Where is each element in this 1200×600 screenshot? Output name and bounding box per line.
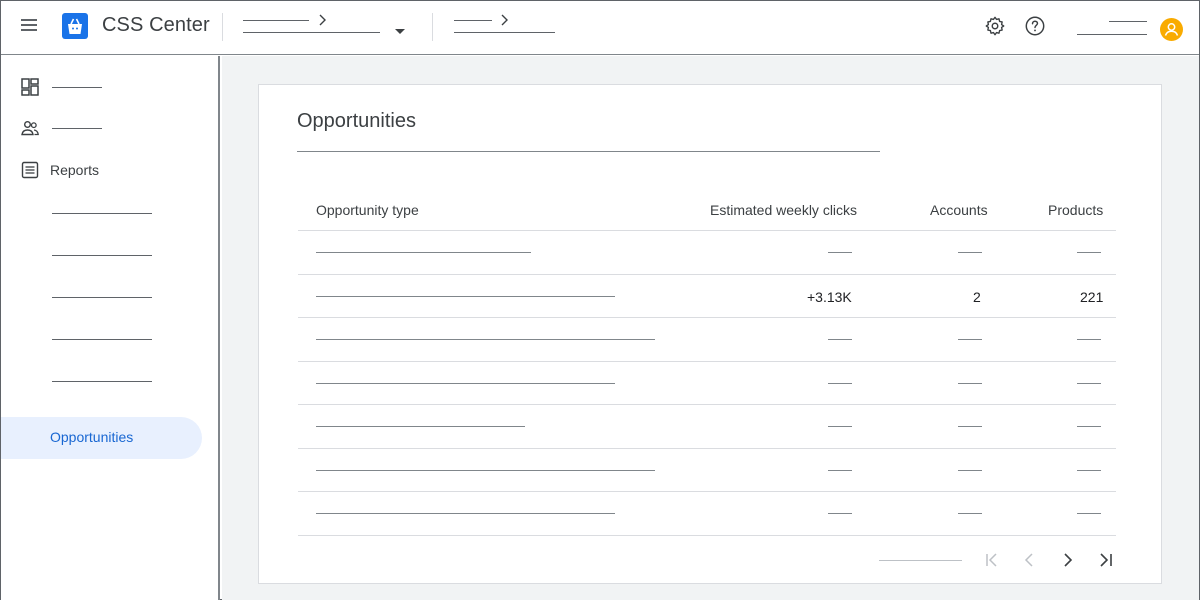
value-placeholder [1077,252,1101,253]
sidebar-subitem-label-placeholder [52,381,152,382]
sidebar-subitem-label-placeholder [52,255,152,256]
opportunities-card: Opportunities Opportunity type Estimated… [258,84,1162,584]
sidebar-item-reports[interactable]: Reports [1,150,211,190]
sidebar-subitem[interactable] [1,361,211,401]
table-row[interactable] [298,405,1116,449]
value-placeholder [958,426,982,427]
value-placeholder [1077,339,1101,340]
page-range-placeholder [879,560,962,561]
sidebar-subitem[interactable] [1,235,211,275]
value-placeholder [958,252,982,253]
divider [222,13,223,41]
sidebar-subitem-label-placeholder [52,339,152,340]
sidebar-nav: Reports Opportunities [1,56,220,600]
value-placeholder [958,339,982,340]
help-icon[interactable] [1024,15,1046,37]
opportunity-type-placeholder [316,295,615,297]
opportunity-type-placeholder [316,339,655,340]
table-row[interactable] [298,318,1116,362]
accounts-value: 2 [973,288,981,305]
column-header-products[interactable]: Products [1048,202,1103,218]
previous-page-icon[interactable] [1021,551,1039,569]
description-placeholder [297,151,880,152]
sidebar-subitem[interactable] [1,319,211,359]
value-placeholder [958,469,982,471]
estimated-weekly-clicks-value: +3.13K [807,288,852,305]
value-placeholder [828,513,852,514]
divider [432,13,433,41]
avatar-icon[interactable] [1160,18,1183,41]
value-placeholder [1077,382,1101,384]
opportunity-type-placeholder [316,513,615,514]
sidebar-item-label-placeholder [52,128,102,129]
report-icon [21,161,39,179]
last-page-icon[interactable] [1097,551,1115,569]
column-header-opportunity-type[interactable]: Opportunity type [316,202,419,218]
sidebar-subitem[interactable] [1,277,211,317]
table-row[interactable] [298,492,1116,536]
column-header-estimated-weekly-clicks[interactable]: Estimated weekly clicks [710,202,857,218]
first-page-icon[interactable] [983,551,1001,569]
value-placeholder [828,382,852,384]
sidebar-item-label-placeholder [52,87,102,88]
next-page-icon[interactable] [1059,551,1077,569]
table-row[interactable] [298,231,1116,275]
chevron-down-icon[interactable] [395,29,405,34]
column-header-accounts[interactable]: Accounts [930,202,988,218]
pagination [259,545,1163,575]
gear-icon[interactable] [984,15,1006,37]
table-row[interactable]: +3.13K 2 221 [298,275,1116,318]
value-placeholder [828,339,852,340]
sidebar-item-overview[interactable] [1,67,211,107]
table-row[interactable] [298,362,1116,405]
value-placeholder [828,469,852,471]
table-header: Opportunity type Estimated weekly clicks… [298,185,1116,231]
sidebar-item-opportunities[interactable]: Opportunities [1,417,202,459]
value-placeholder [828,252,852,253]
products-value: 221 [1080,288,1104,305]
card-title: Opportunities [297,110,416,132]
hamburger-menu-icon[interactable] [20,17,40,37]
opportunity-type-placeholder [316,426,525,427]
sidebar-subitem-label-placeholder [52,297,152,298]
value-placeholder [958,513,982,514]
main-content: Opportunities Opportunity type Estimated… [222,56,1199,600]
sidebar-subitem[interactable] [1,193,211,233]
value-placeholder [1077,513,1101,514]
app-window: CSS Center Reports Opportunities Opportu… [0,0,1200,600]
account-email-placeholder [1109,21,1147,22]
value-placeholder [958,382,982,384]
people-icon [21,121,39,136]
chevron-right-icon [319,14,326,26]
account-name-placeholder [243,32,380,33]
sidebar-item-accounts[interactable] [1,108,211,148]
breadcrumb-value-placeholder [454,32,555,33]
chevron-right-icon [501,14,508,26]
opportunities-table: Opportunity type Estimated weekly clicks… [298,185,1116,536]
opportunity-type-placeholder [316,382,615,384]
opportunity-type-placeholder [316,469,655,471]
dashboard-icon [21,78,39,96]
breadcrumb-placeholder [243,20,309,21]
account-name-placeholder [1077,34,1147,35]
sidebar-item-label: Reports [50,162,100,178]
opportunity-type-placeholder [316,252,531,253]
top-app-bar: CSS Center [1,1,1199,55]
value-placeholder [1077,469,1101,471]
value-placeholder [1077,426,1101,427]
value-placeholder [828,426,852,427]
person-icon [1164,23,1179,36]
app-title: CSS Center [102,14,210,36]
sidebar-subitem-label-placeholder [52,213,152,214]
shopping-bag-logo [62,13,88,39]
table-row[interactable] [298,449,1116,492]
breadcrumb-placeholder [454,20,492,21]
sidebar-item-label: Opportunities [50,429,134,445]
